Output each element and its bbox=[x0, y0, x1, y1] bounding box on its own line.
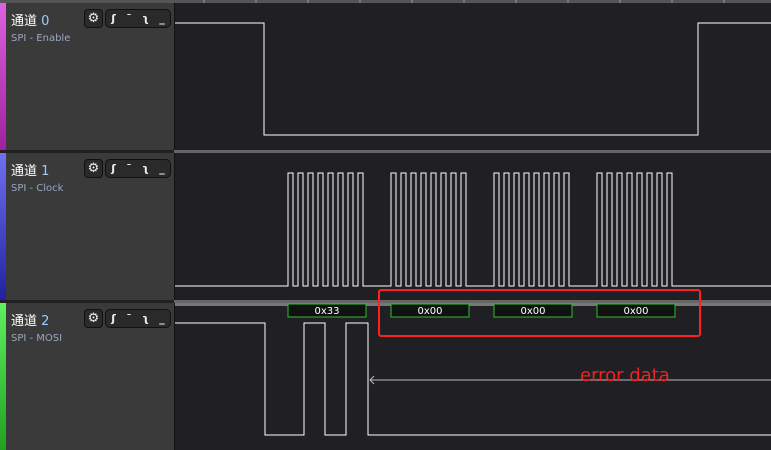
trigger-buttons[interactable]: ʃ ¯ ʅ _ bbox=[105, 9, 171, 28]
low-level-icon[interactable]: _ bbox=[159, 10, 165, 27]
falling-edge-icon[interactable]: ʅ bbox=[142, 10, 149, 27]
channel-0-panel: 通道 0 SPI - Enable ⚙ ʃ ¯ ʅ _ bbox=[0, 3, 175, 150]
clock-waveform bbox=[175, 172, 771, 287]
channel-signal-name[interactable]: SPI - Clock bbox=[11, 183, 63, 194]
channel-signal-name[interactable]: SPI - Enable bbox=[11, 33, 70, 44]
decoded-byte-label: 0x00 bbox=[520, 306, 545, 317]
decoded-byte-label: 0x00 bbox=[623, 306, 648, 317]
decoded-byte-label: 0x33 bbox=[314, 306, 339, 317]
channel-name: 通道 1 bbox=[11, 164, 50, 179]
gear-icon[interactable]: ⚙ bbox=[84, 309, 103, 328]
low-level-icon[interactable]: _ bbox=[159, 160, 165, 177]
error-annotation: error data bbox=[580, 365, 670, 386]
high-level-icon[interactable]: ¯ bbox=[126, 310, 132, 327]
trigger-buttons[interactable]: ʃ ¯ ʅ _ bbox=[105, 309, 171, 328]
low-level-icon[interactable]: _ bbox=[159, 310, 165, 327]
falling-edge-icon[interactable]: ʅ bbox=[142, 160, 149, 177]
channel-color-strip bbox=[0, 303, 6, 450]
channel-name: 通道 0 bbox=[11, 14, 50, 29]
rising-edge-icon[interactable]: ʃ bbox=[111, 160, 116, 177]
gear-icon[interactable]: ⚙ bbox=[84, 9, 103, 28]
channel-2-panel: 通道 2 SPI - MOSI ⚙ ʃ ¯ ʅ _ bbox=[0, 303, 175, 450]
mosi-waveform bbox=[175, 322, 771, 436]
channel-color-strip bbox=[0, 3, 6, 150]
rising-edge-icon[interactable]: ʃ bbox=[111, 10, 116, 27]
falling-edge-icon[interactable]: ʅ bbox=[142, 310, 149, 327]
trigger-buttons[interactable]: ʃ ¯ ʅ _ bbox=[105, 159, 171, 178]
channel-separator bbox=[174, 150, 771, 153]
channel-color-strip bbox=[0, 153, 6, 300]
decoded-byte-label: 0x00 bbox=[417, 306, 442, 317]
decode-track bbox=[174, 303, 771, 306]
rising-edge-icon[interactable]: ʃ bbox=[111, 310, 116, 327]
channel-signal-name[interactable]: SPI - MOSI bbox=[11, 333, 62, 344]
high-level-icon[interactable]: ¯ bbox=[126, 160, 132, 177]
channel-name: 通道 2 bbox=[11, 314, 50, 329]
channel-separator bbox=[174, 300, 771, 303]
high-level-icon[interactable]: ¯ bbox=[126, 10, 132, 27]
gear-icon[interactable]: ⚙ bbox=[84, 159, 103, 178]
channel-1-panel: 通道 1 SPI - Clock ⚙ ʃ ¯ ʅ _ bbox=[0, 153, 175, 300]
enable-waveform bbox=[175, 22, 771, 136]
